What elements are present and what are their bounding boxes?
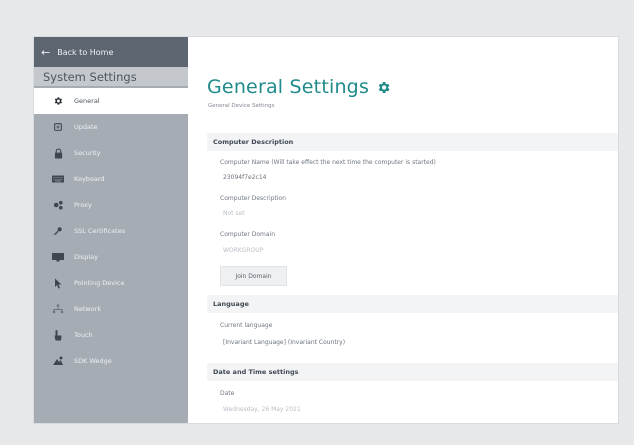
computer-domain-label: Computer Domain — [220, 231, 276, 238]
computer-name-label: Computer Name (Will take effect the next… — [220, 159, 436, 166]
sidebar-title: System Settings — [34, 67, 188, 86]
sidebar-nav: General Update Security Keyboard Proxy S… — [34, 88, 188, 374]
sidebar-item-label: Display — [74, 253, 98, 261]
keyboard-icon — [50, 175, 66, 183]
sidebar-item-label: Touch — [74, 331, 93, 339]
sidebar-item-label: Proxy — [74, 201, 92, 209]
sidebar-item-label: Pointing Device — [74, 279, 125, 287]
date-value[interactable]: Wednesday, 26 May 2021 — [223, 406, 301, 413]
computer-description-value[interactable]: Not set — [223, 210, 245, 217]
sidebar-item-label: Update — [74, 123, 98, 131]
sidebar: ← Back to Home System Settings General U… — [34, 37, 188, 423]
sidebar-item-display[interactable]: Display — [34, 244, 188, 270]
page-header: General Settings — [207, 76, 391, 98]
settings-window: ← Back to Home System Settings General U… — [34, 37, 618, 423]
sidebar-item-sdk-wedge[interactable]: SDK Wedge — [34, 348, 188, 374]
current-language-value[interactable]: [Invariant Language] (Invariant Country) — [223, 339, 345, 346]
proxy-icon — [50, 200, 66, 210]
lock-icon — [50, 147, 66, 159]
gear-icon — [50, 96, 66, 106]
section-computer-description: Computer Description — [207, 133, 618, 151]
sidebar-item-label: Security — [74, 149, 101, 157]
gear-icon — [376, 80, 391, 95]
sidebar-item-network[interactable]: Network — [34, 296, 188, 322]
touch-icon — [50, 329, 66, 341]
computer-description-label: Computer Description — [220, 195, 286, 202]
sidebar-item-label: SSL Certificates — [74, 227, 126, 235]
main-content: General Settings General Device Settings… — [188, 37, 618, 423]
certificate-icon — [50, 226, 66, 236]
sidebar-item-label: Network — [74, 305, 102, 313]
sidebar-item-security[interactable]: Security — [34, 140, 188, 166]
sidebar-item-ssl-certificates[interactable]: SSL Certificates — [34, 218, 188, 244]
current-language-label: Current language — [220, 322, 273, 329]
page-subtitle: General Device Settings — [208, 103, 275, 109]
network-icon — [50, 304, 66, 314]
arrow-left-icon: ← — [41, 45, 51, 59]
section-date-time: Date and Time settings — [207, 363, 618, 381]
section-language: Language — [207, 295, 618, 313]
wedge-icon — [50, 356, 66, 366]
sidebar-item-general[interactable]: General — [34, 88, 188, 114]
sidebar-item-update[interactable]: Update — [34, 114, 188, 140]
display-icon — [50, 252, 66, 262]
computer-name-value[interactable]: 23094f7e2c14 — [223, 174, 266, 181]
back-label: Back to Home — [57, 47, 114, 57]
page-title: General Settings — [207, 76, 370, 98]
date-label: Date — [220, 390, 235, 397]
join-domain-button[interactable]: Join Domain — [220, 266, 287, 286]
back-to-home-button[interactable]: ← Back to Home — [34, 37, 188, 67]
sidebar-item-touch[interactable]: Touch — [34, 322, 188, 348]
sidebar-item-label: Keyboard — [74, 175, 105, 183]
update-icon — [50, 122, 66, 132]
sidebar-item-label: General — [74, 97, 100, 105]
sidebar-item-label: SDK Wedge — [74, 357, 112, 365]
computer-domain-value[interactable]: WORKGROUP — [223, 247, 263, 254]
sidebar-item-keyboard[interactable]: Keyboard — [34, 166, 188, 192]
sidebar-item-proxy[interactable]: Proxy — [34, 192, 188, 218]
sidebar-item-pointing-device[interactable]: Pointing Device — [34, 270, 188, 296]
pointer-icon — [50, 278, 66, 289]
